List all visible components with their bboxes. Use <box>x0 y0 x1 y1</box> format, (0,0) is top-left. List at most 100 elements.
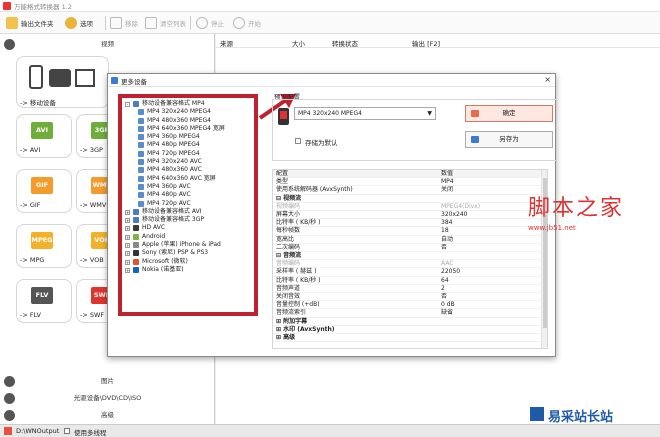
stop-button[interactable]: 停止 <box>196 15 224 31</box>
grid-value[interactable]: 否 <box>441 244 447 252</box>
tree-node[interactable]: MP4 320x240 AVC <box>125 158 255 166</box>
tile-mpg[interactable]: MPEG -> MPG <box>16 224 72 268</box>
tile-mobile[interactable]: -> 移动设备 <box>16 56 109 108</box>
tree-node[interactable]: MP4 360p AVC <box>125 183 255 191</box>
section-video[interactable]: 视频 <box>0 38 215 52</box>
col-source[interactable]: 来源 <box>220 38 233 48</box>
tree-node[interactable]: MP4 720p MPEG4 <box>125 150 255 158</box>
output-path[interactable]: D:\WNOutput <box>16 427 59 435</box>
folder-icon <box>6 17 18 29</box>
tree-node[interactable]: + Microsoft (微软) <box>125 258 255 266</box>
section-picture[interactable]: 图片 <box>0 375 215 389</box>
tree-node[interactable]: MP4 480p MPEG4 <box>125 141 255 149</box>
grid-row[interactable]: 每秒帧数 18 <box>273 227 541 236</box>
col-output[interactable]: 输出 [F2] <box>412 38 440 48</box>
dialog-icon <box>111 77 118 84</box>
tree-node[interactable]: + Sony (索尼) PSP & PS3 <box>125 249 255 257</box>
device-tree[interactable]: - 移动设备兼容格式 MP4 MP4 320x240 MPEG4 MP4 480x36… <box>125 100 255 274</box>
tree-node[interactable]: MP4 480x360 MPEG4 <box>125 117 255 125</box>
clear-list-button[interactable]: 清空列表 <box>145 15 186 31</box>
grid-row[interactable]: 比特率 ( KB/秒 ) 64 <box>273 277 541 285</box>
tree-node[interactable]: + 移动设备兼容格式 3GP <box>125 216 255 224</box>
grid-value[interactable]: 自动 <box>441 236 453 244</box>
app-title: 万能格式转换器 1.2 <box>14 3 72 11</box>
grid-value[interactable]: 22050 <box>441 268 460 276</box>
grid-group-row[interactable]: ⊟ 视频流 <box>273 195 541 203</box>
save-default-checkbox[interactable] <box>295 138 301 144</box>
expand-icon[interactable]: + <box>125 267 130 273</box>
tree-node[interactable]: + Nokia (诺基亚) <box>125 266 255 274</box>
expand-icon[interactable]: + <box>125 259 130 265</box>
grid-value[interactable]: 关闭 <box>441 186 453 194</box>
tile-avi[interactable]: AVI -> AVI <box>16 114 72 158</box>
grid-key: ⊞ 附加字幕 <box>276 317 308 325</box>
tree-node[interactable]: MP4 480x360 AVC <box>125 166 255 174</box>
col-size[interactable]: 大小 <box>292 38 305 48</box>
grid-group-row[interactable]: ⊟ 音频流 <box>273 252 541 261</box>
device-group-icon <box>133 258 139 265</box>
grid-value[interactable]: 缺省 <box>441 309 453 317</box>
expand-icon[interactable]: + <box>125 218 130 224</box>
grid-group-row[interactable]: ⊞ 高级 <box>273 334 541 343</box>
section-disc[interactable]: 光驱设备\DVD\CD\ISO <box>0 392 215 406</box>
expand-icon[interactable]: + <box>125 243 130 249</box>
expand-icon[interactable]: + <box>125 226 130 232</box>
tree-node-label: MP4 480x360 AVC <box>147 166 202 174</box>
multithread-checkbox[interactable] <box>64 428 70 434</box>
grid-value[interactable]: MPEG4(Divx) <box>441 203 480 211</box>
tree-node[interactable]: MP4 360p MPEG4 <box>125 133 255 141</box>
tree-node-label: MP4 480p AVC <box>147 191 191 199</box>
grid-group-row[interactable]: ⊞ 水印 (AvxSynth) <box>273 326 541 334</box>
grid-value[interactable]: 18 <box>441 227 449 235</box>
grid-value[interactable]: 384 <box>441 219 452 227</box>
expand-icon[interactable]: + <box>125 251 130 257</box>
tile-flv[interactable]: FLV -> FLV <box>16 279 72 323</box>
section-advanced[interactable]: 高级 <box>0 409 215 423</box>
grid-value[interactable]: AAC <box>441 260 453 268</box>
tree-node[interactable]: + 移动设备兼容格式 AVI <box>125 208 255 216</box>
col-status[interactable]: 转换状态 <box>332 38 358 48</box>
preset-select[interactable]: MP4 320x240 MPEG4 ▼ <box>294 107 436 120</box>
grid-key: 音频流索引 <box>276 309 307 317</box>
grid-row[interactable]: 比特率 ( KB/秒 ) 384 <box>273 219 541 228</box>
tree-node[interactable]: + HD AVC <box>125 224 255 232</box>
save-as-button[interactable]: 另存为 <box>465 131 553 148</box>
grid-group-row[interactable]: ⊞ 附加字幕 <box>273 318 541 326</box>
grid-row[interactable]: 音频声道 2 <box>273 285 541 293</box>
tile-gif[interactable]: GIF -> GIF <box>16 169 72 213</box>
collapse-icon[interactable]: - <box>125 102 130 107</box>
grid-value[interactable]: 2 <box>441 285 445 293</box>
grid-row[interactable]: 屏幕大小 320x240 <box>273 211 541 220</box>
output-folder-button[interactable]: 输出文件夹 <box>6 15 54 31</box>
device-group-icon <box>133 233 139 240</box>
ok-button[interactable]: 确定 <box>465 105 553 122</box>
tree-node-label: 移动设备兼容格式 3GP <box>142 216 204 224</box>
grid-row[interactable]: 使用系统解码器 (AvxSynth) 关闭 <box>273 186 541 195</box>
close-icon[interactable]: × <box>544 75 551 84</box>
grid-value[interactable]: 否 <box>441 293 447 301</box>
grid-row[interactable]: 关闭音效 否 <box>273 293 541 302</box>
tree-node[interactable]: MP4 640x360 MPEG4 宽屏 <box>125 125 255 133</box>
expand-icon[interactable]: + <box>125 209 130 215</box>
video-file-icon <box>138 183 144 190</box>
start-button[interactable]: 开始 <box>233 15 261 31</box>
grid-row[interactable]: 音量控制 (+dB) 0 dB <box>273 301 541 310</box>
remove-button[interactable]: 移除 <box>110 15 138 31</box>
expand-icon[interactable]: + <box>125 234 130 240</box>
tree-node[interactable]: MP4 320x240 MPEG4 <box>125 108 255 116</box>
tree-node[interactable]: + Android <box>125 233 255 241</box>
grid-row[interactable]: 视频编码 MPEG4(Divx) <box>273 203 541 211</box>
grid-row[interactable]: 采样率 ( 赫兹 ) 22050 <box>273 268 541 277</box>
tree-node[interactable]: - 移动设备兼容格式 MP4 <box>125 100 255 108</box>
output-folder-icon[interactable] <box>4 427 12 435</box>
tree-node[interactable]: MP4 640x360 AVC 宽屏 <box>125 175 255 183</box>
grid-value[interactable]: 320x240 <box>441 211 467 219</box>
grid-row[interactable]: 音频流索引 缺省 <box>273 309 541 318</box>
grid-row[interactable]: 二次编码 否 <box>273 244 541 252</box>
grid-row[interactable]: 宽高比 自动 <box>273 236 541 244</box>
settings-grid[interactable]: 配置 数值 类型 MP4 使用系统解码器 (AvxSynth) 关闭 ⊟ 视频流 视频编… <box>272 169 548 349</box>
options-button[interactable]: 选项 <box>65 15 93 31</box>
tree-node[interactable]: MP4 720p AVC <box>125 200 255 208</box>
grid-value[interactable]: 64 <box>441 277 449 285</box>
tree-node[interactable]: MP4 480p AVC <box>125 191 255 199</box>
